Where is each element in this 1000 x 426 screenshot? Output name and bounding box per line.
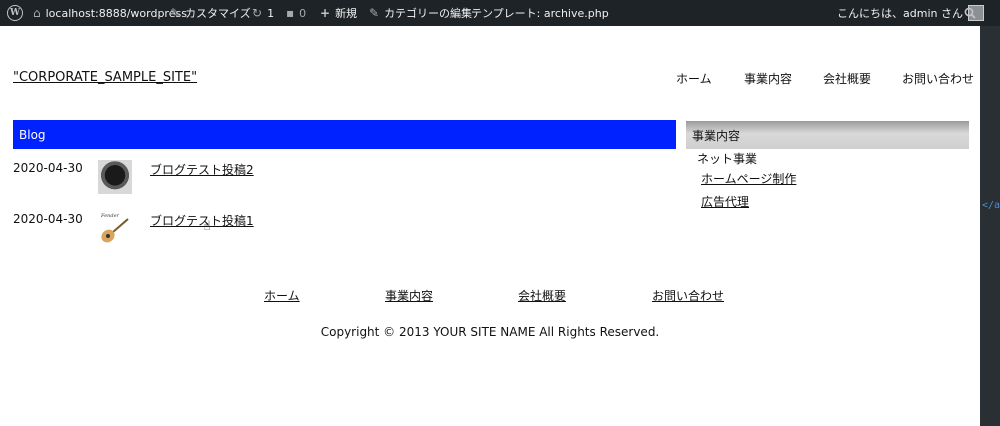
footer-nav-contact[interactable]: お問い合わせ <box>652 287 724 304</box>
comment-icon: ▪ <box>286 6 295 20</box>
post-date: 2020-04-30 <box>13 212 83 226</box>
footer-nav-company[interactable]: 会社概要 <box>518 287 566 304</box>
new-label: 新規 <box>335 7 358 20</box>
site-url-label: localhost:8888/wordpress <box>45 6 187 20</box>
nav-services[interactable]: 事業内容 <box>744 70 792 87</box>
edit-category-menu[interactable]: ✎ カテゴリーの編集 <box>369 0 472 26</box>
hand-cursor-icon: ☝ <box>203 219 211 234</box>
new-content-menu[interactable]: + 新規 <box>320 0 357 26</box>
home-icon: ⌂ <box>33 6 41 20</box>
post-thumbnail-guitar[interactable]: Fender <box>98 210 132 244</box>
copyright: Copyright © 2013 YOUR SITE NAME All Righ… <box>320 325 660 339</box>
nav-contact[interactable]: お問い合わせ <box>902 70 974 87</box>
comments-menu[interactable]: ▪ 0 <box>286 0 306 26</box>
nav-company[interactable]: 会社概要 <box>823 70 871 87</box>
comments-count: 0 <box>299 6 307 20</box>
post-title-link[interactable]: ブログテスト投稿1 <box>150 212 254 229</box>
blog-heading-label: Blog <box>19 127 46 142</box>
nav-home[interactable]: ホーム <box>676 70 712 87</box>
updates-count: 1 <box>267 6 275 20</box>
devtools-code-fragment: </a <box>982 200 1000 211</box>
guitar-image: Fender <box>100 213 129 243</box>
customize-menu[interactable]: ✎ カスタマイズ <box>170 0 251 26</box>
admin-search[interactable] <box>964 0 976 26</box>
customize-label: カスタマイズ <box>185 7 251 20</box>
post-title-link[interactable]: ブログテスト投稿2 <box>150 161 254 178</box>
pencil-icon: ✎ <box>369 6 380 20</box>
footer-nav-home[interactable]: ホーム <box>264 287 300 304</box>
updates-menu[interactable]: ↻ 1 <box>252 0 274 26</box>
sidebar-heading-label: 事業内容 <box>692 128 741 143</box>
sidebar-category: ネット事業 <box>697 152 758 166</box>
wp-logo-menu[interactable]: W <box>7 0 23 26</box>
template-label: テンプレート: archive.php <box>471 7 609 20</box>
sidebar-link-web-production[interactable]: ホームページ制作 <box>701 170 796 187</box>
footer-nav-services[interactable]: 事業内容 <box>385 287 433 304</box>
edit-category-label: カテゴリーの編集 <box>384 7 473 20</box>
brush-icon: ✎ <box>170 6 181 20</box>
admin-bar: W ⌂ localhost:8888/wordpress ✎ カスタマイズ ↻ … <box>0 0 1000 26</box>
greeting-label: こんにちは、admin さん <box>837 7 963 20</box>
site-name-menu[interactable]: ⌂ localhost:8888/wordpress <box>33 0 187 26</box>
sidebar-link-advertising[interactable]: 広告代理 <box>701 193 749 210</box>
post-thumbnail-dog[interactable] <box>98 160 132 194</box>
devtools-edge <box>980 26 1000 426</box>
svg-text:Fender: Fender <box>100 213 120 219</box>
update-icon: ↻ <box>252 6 263 20</box>
blog-heading: Blog <box>13 120 676 149</box>
wordpress-icon: W <box>7 5 23 21</box>
search-icon <box>964 7 976 19</box>
post-date: 2020-04-30 <box>13 161 83 175</box>
site-title[interactable]: "CORPORATE_SAMPLE_SITE" <box>13 70 197 85</box>
my-account-menu[interactable]: こんにちは、admin さん <box>837 0 984 26</box>
template-info[interactable]: テンプレート: archive.php <box>471 0 609 26</box>
plus-icon: + <box>320 6 331 20</box>
sidebar-heading: 事業内容 <box>686 121 969 149</box>
